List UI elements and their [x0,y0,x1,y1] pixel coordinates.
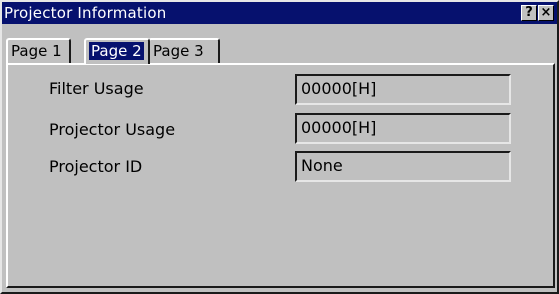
projector-usage-value: 00000[H] [301,118,377,137]
window-title: Projector Information [4,4,167,22]
projector-information-window: Projector Information ? × Page 1 Page 2 … [0,0,559,294]
help-button[interactable]: ? [521,5,537,21]
tab-label: Page 1 [11,42,62,60]
tab-page-3[interactable]: Page 3 [148,38,220,64]
projector-usage-field: 00000[H] [295,113,511,144]
title-bar[interactable]: Projector Information ? × [2,2,557,24]
projector-usage-label: Projector Usage [49,120,176,139]
tab-label: Page 3 [153,42,204,60]
projector-id-value: None [301,156,343,175]
tab-page-1[interactable]: Page 1 [6,38,71,64]
filter-usage-value: 00000[H] [301,79,377,98]
tab-page-2[interactable]: Page 2 [84,38,150,64]
filter-usage-field: 00000[H] [295,74,511,105]
projector-id-field: None [295,151,511,182]
close-button[interactable]: × [538,5,554,21]
filter-usage-label: Filter Usage [49,79,144,98]
close-icon: × [540,5,552,20]
tab-label: Page 2 [89,42,144,60]
help-icon: ? [525,5,533,20]
projector-id-label: Projector ID [49,157,143,176]
